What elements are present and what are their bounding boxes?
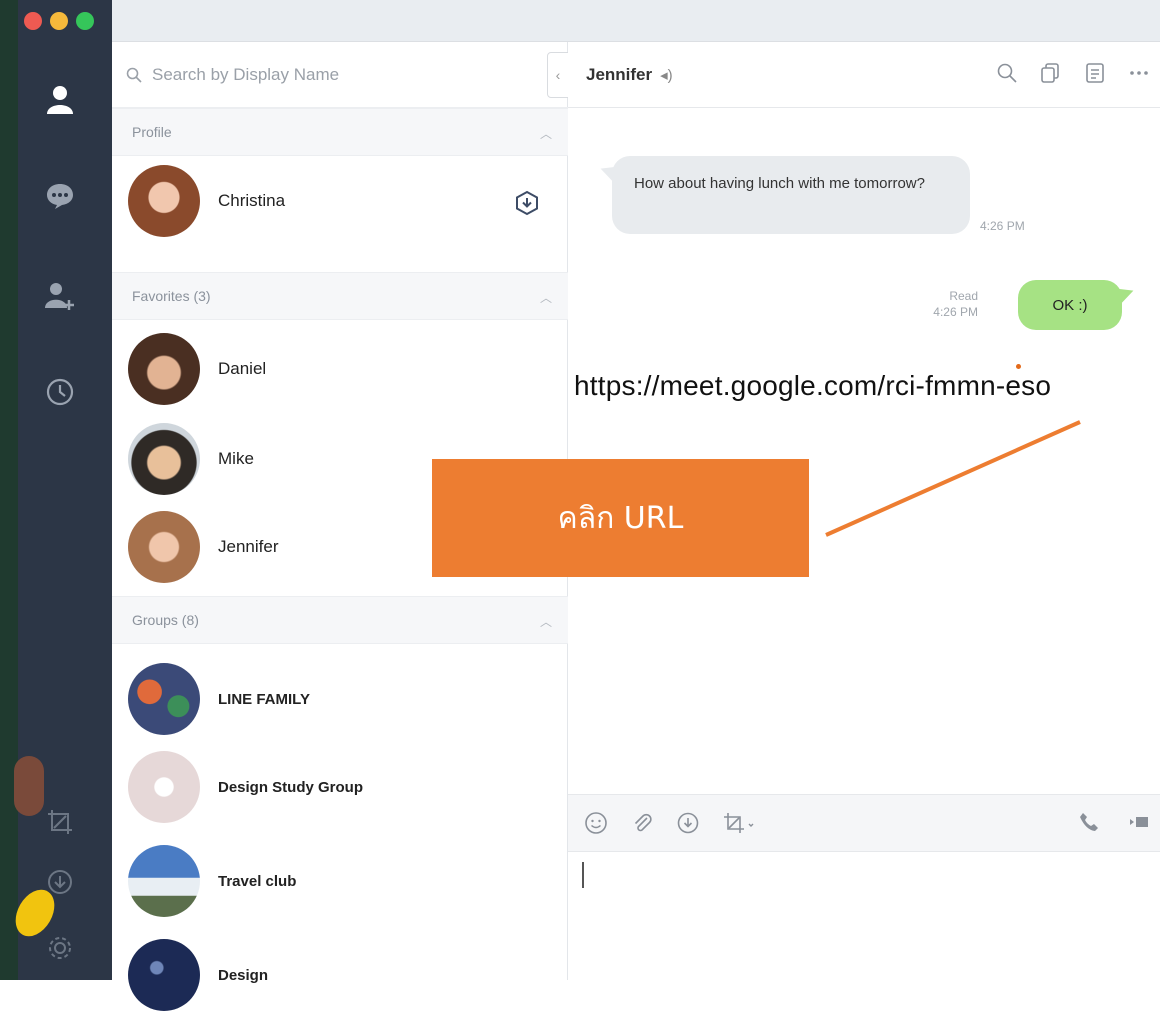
- search-input[interactable]: [150, 63, 530, 86]
- section-header-groups[interactable]: Groups (8) ︿: [112, 596, 568, 644]
- list-item-daniel[interactable]: Daniel: [112, 324, 568, 414]
- chevron-up-icon: ︿: [539, 615, 552, 629]
- list-item-design-study-group[interactable]: Design Study Group: [112, 742, 568, 832]
- screenshot-icon[interactable]: [722, 811, 756, 835]
- avatar: [128, 751, 200, 823]
- message-time: 4:26 PM: [980, 219, 1025, 233]
- notes-icon[interactable]: [1084, 62, 1106, 84]
- message-input[interactable]: [578, 862, 1138, 962]
- read-receipt: Read 4:26 PM: [898, 288, 978, 320]
- sidebar-rail: [0, 0, 112, 980]
- clock-icon[interactable]: [40, 372, 80, 412]
- annotation-label: คลิก URL: [557, 500, 684, 536]
- incoming-message-bubble[interactable]: How about having lunch with me tomorrow?: [612, 156, 970, 234]
- outgoing-message-bubble[interactable]: OK :): [1018, 280, 1122, 330]
- chat-header: Jennifer ◂): [568, 42, 1160, 108]
- message-time: 4:26 PM: [933, 305, 978, 319]
- title-bar: [112, 0, 1160, 42]
- search-bar: ‹: [112, 42, 569, 108]
- avatar: [128, 165, 200, 237]
- contact-name: Jennifer: [218, 537, 279, 556]
- chats-icon[interactable]: [40, 176, 80, 216]
- emoji-icon[interactable]: [584, 811, 608, 835]
- more-icon[interactable]: [1128, 62, 1150, 84]
- chevron-up-icon: ︿: [539, 291, 552, 305]
- annotation-callout: คลิก URL: [432, 459, 809, 577]
- avatar: [128, 511, 200, 583]
- section-header-favorites[interactable]: Favorites (3) ︿: [112, 272, 568, 320]
- rail-edge: [0, 0, 18, 980]
- zoom-window-button[interactable]: [76, 12, 94, 30]
- screenshot-icon[interactable]: [40, 802, 80, 842]
- window-controls: [24, 12, 94, 30]
- message-text: How about having lunch with me tomorrow?: [634, 175, 925, 192]
- collapse-panel-button[interactable]: ‹: [547, 52, 569, 98]
- chevron-up-icon: ︿: [539, 127, 552, 141]
- message-text: OK :): [1052, 296, 1088, 314]
- profile-row[interactable]: Christina: [112, 156, 568, 246]
- section-title: Favorites (3): [132, 288, 211, 304]
- annotation-dot: [1016, 364, 1021, 369]
- add-friend-icon[interactable]: [40, 276, 80, 316]
- compose-toolbar: [568, 794, 1160, 852]
- contact-name: Daniel: [218, 359, 267, 378]
- avatar: [128, 663, 200, 735]
- settings-icon[interactable]: [40, 928, 80, 968]
- minimize-window-button[interactable]: [50, 12, 68, 30]
- list-item-travel-club[interactable]: Travel club: [112, 836, 568, 926]
- video-icon[interactable]: [1128, 811, 1150, 833]
- group-name: Design: [218, 966, 269, 984]
- read-status: Read: [949, 289, 978, 303]
- group-name: LINE FAMILY: [218, 690, 310, 708]
- list-item-design[interactable]: Design: [112, 930, 568, 1020]
- search-icon[interactable]: [996, 62, 1018, 84]
- copy-icon[interactable]: [1040, 62, 1062, 84]
- phone-icon[interactable]: [1078, 811, 1100, 833]
- section-title: Profile: [132, 124, 172, 140]
- attachment-icon[interactable]: [630, 811, 654, 835]
- group-name: Travel club: [218, 872, 297, 890]
- avatar: [128, 333, 200, 405]
- chat-header-actions: [996, 62, 1150, 84]
- meeting-url-link[interactable]: https://meet.google.com/rci-fmmn-eso: [574, 370, 1051, 402]
- download-icon[interactable]: [676, 811, 700, 835]
- search-icon: [126, 67, 142, 83]
- section-header-profile[interactable]: Profile ︿: [112, 108, 568, 156]
- avatar: [128, 423, 200, 495]
- list-item-line-family[interactable]: LINE FAMILY: [112, 654, 568, 744]
- group-name: Design Study Group: [218, 778, 364, 796]
- avatar: [128, 845, 200, 917]
- text-cursor: [582, 862, 584, 888]
- compose-right-actions: [1078, 811, 1150, 833]
- chat-title: Jennifer: [586, 64, 653, 84]
- profile-name: Christina: [218, 191, 286, 210]
- avatar: [128, 939, 200, 1011]
- friends-icon[interactable]: [40, 80, 80, 120]
- speaker-icon[interactable]: ◂): [660, 66, 673, 84]
- download-badge-icon[interactable]: [514, 190, 540, 216]
- contact-name: Mike: [218, 449, 254, 468]
- section-title: Groups (8): [132, 612, 199, 628]
- close-window-button[interactable]: [24, 12, 42, 30]
